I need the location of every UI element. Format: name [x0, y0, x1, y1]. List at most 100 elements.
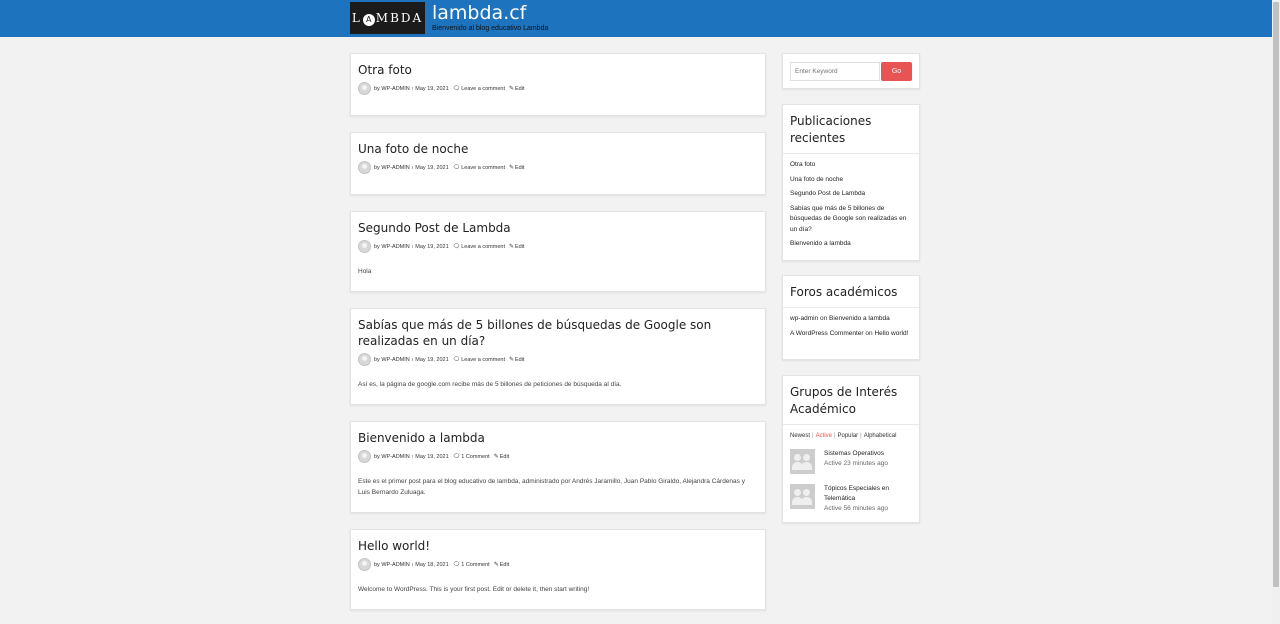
- logo-ring: A: [362, 14, 375, 26]
- by-label: by: [374, 243, 380, 250]
- filter-separator: |: [833, 433, 836, 439]
- scrollbar-thumb[interactable]: [1273, 2, 1279, 587]
- recent-post-link[interactable]: Otra foto: [790, 160, 912, 171]
- avatar-icon: [358, 161, 371, 174]
- post-card: Hello world! by WP-ADMIN ı May 18, 2021 🗨︎…: [350, 529, 766, 610]
- post-card: Sabías que más de 5 billones de búsqueda…: [350, 308, 766, 405]
- post-title[interactable]: Sabías que más de 5 billones de búsqueda…: [358, 317, 758, 349]
- edit-link[interactable]: Edit: [500, 562, 509, 568]
- site-header: L A MBDA lambda.cf Bienvenido al blog educ…: [0, 0, 1272, 37]
- logo-text-left: L: [351, 11, 362, 25]
- avatar-icon: [358, 353, 371, 366]
- post-title[interactable]: Segundo Post de Lambda: [358, 220, 758, 236]
- edit-link[interactable]: Edit: [500, 454, 509, 460]
- post-author[interactable]: WP-ADMIN: [381, 454, 409, 460]
- group-avatar-icon[interactable]: [790, 484, 815, 509]
- site-description: Bienvenido al blog educativo Lambda: [432, 25, 549, 32]
- post-date[interactable]: May 19, 2021: [415, 454, 448, 460]
- post-author[interactable]: WP-ADMIN: [381, 244, 409, 250]
- search-input[interactable]: [790, 62, 880, 81]
- recent-post-link[interactable]: Segundo Post de Lambda: [790, 189, 912, 200]
- post-excerpt: Este es el primer post para el blog educ…: [358, 478, 745, 496]
- comment-icon: 🗨︎: [452, 357, 461, 363]
- pencil-icon: ✎: [508, 357, 514, 363]
- post-excerpt: Así es, la página de google.com recibe m…: [358, 381, 622, 388]
- post-meta: by WP-ADMIN ı May 19, 2021 🗨︎ Leave a comme…: [358, 82, 758, 95]
- site-logo[interactable]: L A MBDA: [350, 2, 425, 34]
- search-widget: Go: [782, 53, 920, 89]
- group-item: Sistemas Operativos Active 23 minutes ag…: [783, 445, 919, 478]
- comments-link[interactable]: Leave a comment: [461, 165, 505, 171]
- comments-link[interactable]: Leave a comment: [461, 244, 505, 250]
- edit-link[interactable]: Edit: [515, 165, 524, 171]
- filter-popular[interactable]: Popular: [837, 433, 858, 439]
- filter-newest[interactable]: Newest: [790, 433, 810, 439]
- filter-alphabetical[interactable]: Alphabetical: [864, 433, 897, 439]
- group-avatar-icon[interactable]: [790, 449, 815, 474]
- recent-posts-list: Otra foto Una foto de noche Segundo Post…: [783, 154, 919, 260]
- by-label: by: [374, 164, 380, 171]
- post-date[interactable]: May 19, 2021: [415, 244, 448, 250]
- post-card: Segundo Post de Lambda by WP-ADMIN ı May 1…: [350, 211, 766, 292]
- widget-title: Publicaciones recientes: [783, 105, 919, 154]
- recent-post-link[interactable]: Una foto de noche: [790, 175, 912, 186]
- page-scrollbar[interactable]: [1272, 0, 1280, 624]
- comment-author[interactable]: wp-admin: [790, 315, 818, 322]
- post-title[interactable]: Bienvenido a lambda: [358, 430, 758, 446]
- comments-link[interactable]: Leave a comment: [461, 357, 505, 363]
- comments-link[interactable]: Leave a comment: [461, 86, 505, 92]
- pencil-icon: ✎: [508, 244, 514, 250]
- pencil-icon: ✎: [493, 562, 499, 568]
- by-label: by: [374, 85, 380, 92]
- recent-post-link[interactable]: Sabías que más de 5 billones de búsqueda…: [790, 204, 912, 236]
- group-name[interactable]: Tópicos Especiales en Telemática: [824, 484, 912, 504]
- site-title[interactable]: lambda.cf: [432, 2, 526, 24]
- search-button[interactable]: Go: [881, 62, 912, 81]
- comments-link[interactable]: 1 Comment: [461, 562, 489, 568]
- comments-link[interactable]: 1 Comment: [461, 454, 489, 460]
- group-activity: Active 56 minutes ago: [824, 505, 888, 512]
- filter-separator: |: [860, 433, 862, 439]
- post-author[interactable]: WP-ADMIN: [381, 86, 409, 92]
- post-author[interactable]: WP-ADMIN: [381, 165, 409, 171]
- post-card: Bienvenido a lambda by WP-ADMIN ı May 19, …: [350, 421, 766, 513]
- edit-link[interactable]: Edit: [515, 244, 524, 250]
- pencil-icon: ✎: [508, 165, 514, 171]
- comment-on-label: on: [820, 315, 828, 322]
- post-meta: by WP-ADMIN ı May 19, 2021 🗨︎ Leave a comme…: [358, 240, 758, 253]
- post-author[interactable]: WP-ADMIN: [381, 357, 409, 363]
- logo-text-right: MBDA: [375, 11, 424, 25]
- post-title[interactable]: Otra foto: [358, 62, 758, 78]
- recent-comments-list: wp-admin on Bienvenido a lambda A WordPr…: [783, 308, 919, 350]
- post-meta: by WP-ADMIN ı May 18, 2021 🗨︎ 1 Comment ✎ Ed…: [358, 558, 758, 571]
- edit-link[interactable]: Edit: [515, 357, 524, 363]
- filter-separator: |: [812, 433, 814, 439]
- post-date[interactable]: May 19, 2021: [415, 357, 448, 363]
- group-name[interactable]: Sistemas Operativos: [824, 449, 888, 459]
- post-date[interactable]: May 18, 2021: [415, 562, 448, 568]
- by-label: by: [374, 453, 380, 460]
- post-date[interactable]: May 19, 2021: [415, 165, 448, 171]
- post-date[interactable]: May 19, 2021: [415, 86, 448, 92]
- by-label: by: [374, 356, 380, 363]
- avatar-icon: [358, 240, 371, 253]
- avatar-icon: [358, 82, 371, 95]
- post-meta: by WP-ADMIN ı May 19, 2021 🗨︎ 1 Comment ✎ Ed…: [358, 450, 758, 463]
- by-label: by: [374, 561, 380, 568]
- post-title[interactable]: Hello world!: [358, 538, 758, 554]
- comment-icon: 🗨︎: [452, 86, 461, 92]
- post-title[interactable]: Una foto de noche: [358, 141, 758, 157]
- comment-author[interactable]: A WordPress Commenter: [790, 330, 864, 337]
- avatar-icon: [358, 450, 371, 463]
- post-author[interactable]: WP-ADMIN: [381, 562, 409, 568]
- recent-post-link[interactable]: Bienvenido a lambda: [790, 239, 912, 250]
- filter-active[interactable]: Active: [816, 433, 832, 439]
- comment-post-link[interactable]: Bienvenido a lambda: [829, 315, 890, 322]
- comment-item: wp-admin on Bienvenido a lambda: [790, 314, 912, 323]
- edit-link[interactable]: Edit: [515, 86, 524, 92]
- comment-icon: 🗨︎: [452, 165, 461, 171]
- comment-post-link[interactable]: Hello world!: [874, 330, 908, 337]
- group-item: Tópicos Especiales en Telemática Active …: [783, 478, 919, 518]
- post-meta: by WP-ADMIN ı May 19, 2021 🗨︎ Leave a comme…: [358, 161, 758, 174]
- post-meta: by WP-ADMIN ı May 19, 2021 🗨︎ Leave a comme…: [358, 353, 758, 366]
